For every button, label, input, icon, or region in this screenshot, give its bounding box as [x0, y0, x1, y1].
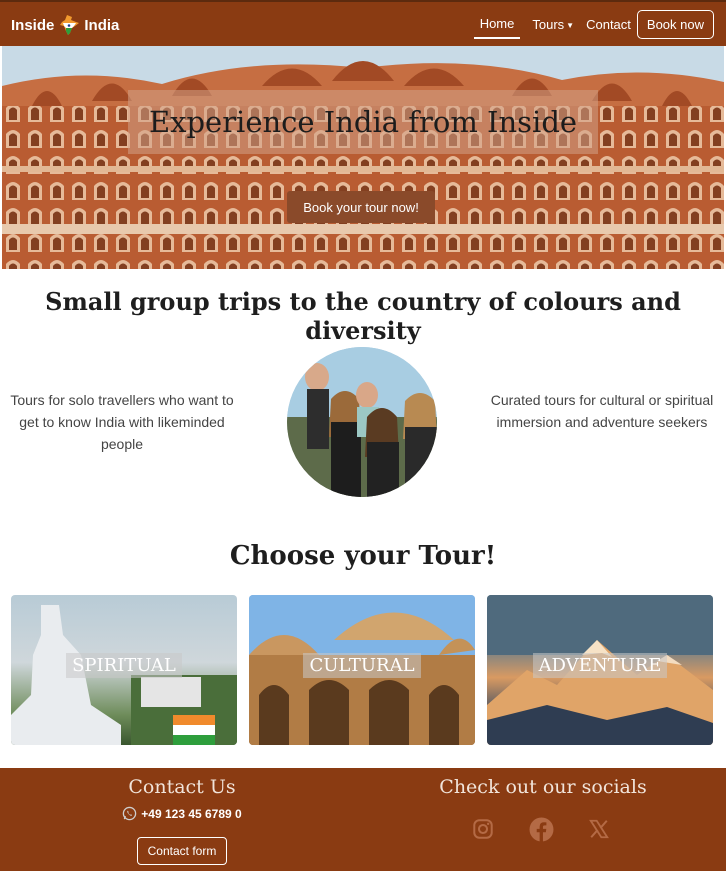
tour-label-adventure: ADVENTURE [532, 653, 668, 678]
tour-label-wrap: ADVENTURE [487, 653, 713, 678]
india-flag-map-icon [60, 15, 80, 35]
tour-label-spiritual: SPIRITUAL [66, 653, 182, 678]
hero-title-box: Experience India from Inside [128, 90, 598, 154]
nav-link-tours[interactable]: Tours ▼ [532, 17, 574, 32]
book-now-button[interactable]: Book now [636, 9, 714, 39]
brand-text-right: India [84, 16, 120, 34]
hero-banner: Experience India from Inside Book your t… [2, 46, 724, 269]
nav-link-home[interactable]: Home [473, 16, 521, 39]
tour-label-wrap: SPIRITUAL [11, 653, 237, 678]
contact-form-button[interactable]: Contact form [137, 837, 227, 865]
contact-title: Contact Us [128, 776, 236, 798]
hero-title: Experience India from Inside [148, 105, 578, 139]
whatsapp-icon [123, 806, 137, 821]
footer: Contact Us +49 123 45 6789 0 Contact for… [0, 768, 726, 871]
group-photo [287, 347, 437, 497]
x-icon[interactable] [586, 816, 612, 842]
caret-down-icon: ▼ [566, 20, 575, 30]
palace-illustration [2, 46, 724, 269]
social-links [470, 816, 612, 842]
navbar: Inside India Home Tours ▼ Contact Book no… [0, 0, 726, 46]
brand-text-left: Inside [11, 16, 55, 34]
nav-link-contact[interactable]: Contact [586, 17, 631, 32]
tour-label-cultural: CULTURAL [303, 653, 421, 678]
book-tour-button[interactable]: Book your tour now! [287, 191, 435, 223]
facebook-icon[interactable] [528, 816, 554, 842]
intro-right-text: Curated tours for cultural or spiritual … [490, 392, 714, 430]
intro-left-text: Tours for solo travellers who want to ge… [10, 392, 234, 452]
tour-card-adventure[interactable]: ADVENTURE [487, 595, 713, 745]
group-photo-illustration [287, 347, 437, 497]
instagram-icon[interactable] [470, 816, 496, 842]
nav-link-tours-label: Tours [532, 16, 565, 32]
phone-number[interactable]: +49 123 45 6789 0 [141, 807, 241, 821]
phone-line: +49 123 45 6789 0 [0, 806, 364, 821]
social-title: Check out our socials [439, 776, 647, 798]
tour-label-wrap: CULTURAL [249, 653, 475, 678]
intro-heading: Small group trips to the country of colo… [45, 287, 681, 345]
tour-card-cultural[interactable]: CULTURAL [249, 595, 475, 745]
tours-heading: Choose your Tour! [229, 541, 497, 571]
tour-card-spiritual[interactable]: SPIRITUAL [11, 595, 237, 745]
nav-links: Home Tours ▼ Contact Book now [473, 2, 726, 46]
brand-logo[interactable]: Inside India [11, 14, 119, 36]
